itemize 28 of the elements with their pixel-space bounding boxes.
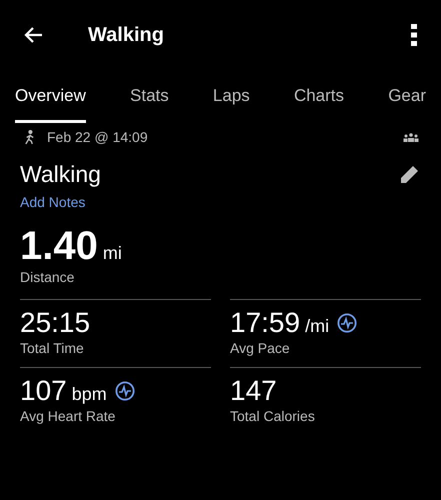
add-notes-link[interactable]: Add Notes	[20, 194, 86, 210]
stat-value: 107	[20, 375, 67, 408]
tab[interactable]: Overview	[15, 86, 86, 123]
stat-value: 25:15	[20, 307, 90, 340]
walking-person-icon	[24, 130, 35, 144]
activity-name: Walking	[20, 161, 101, 188]
stat-label: Total Time	[20, 340, 85, 356]
tab[interactable]: Stats	[130, 86, 169, 123]
stat-unit: bpm	[72, 384, 107, 406]
stat-value: 17:59	[230, 307, 300, 340]
stat-label: Avg Heart Rate	[20, 408, 116, 424]
tab[interactable]: Gear	[388, 86, 426, 123]
distance-unit: mi	[102, 243, 122, 264]
group-icon[interactable]	[403, 132, 419, 142]
chart-icon[interactable]	[337, 313, 358, 334]
stat-label: Avg Pace	[230, 340, 291, 356]
stat-label: Distance	[20, 269, 76, 285]
activity-date: Feb 22 @ 14:09	[47, 129, 149, 145]
pencil-icon[interactable]	[399, 164, 419, 184]
tab[interactable]: Charts	[294, 86, 344, 123]
chart-icon[interactable]	[114, 381, 135, 402]
distance-value: 1.40	[20, 224, 98, 268]
stat-label: Total Calories	[230, 408, 316, 424]
stat-unit: /mi	[305, 316, 330, 337]
tab[interactable]: Laps	[212, 86, 250, 123]
screen-title: Walking	[88, 24, 165, 46]
stat-value: 147	[230, 375, 277, 408]
more-options-icon[interactable]	[411, 24, 417, 46]
